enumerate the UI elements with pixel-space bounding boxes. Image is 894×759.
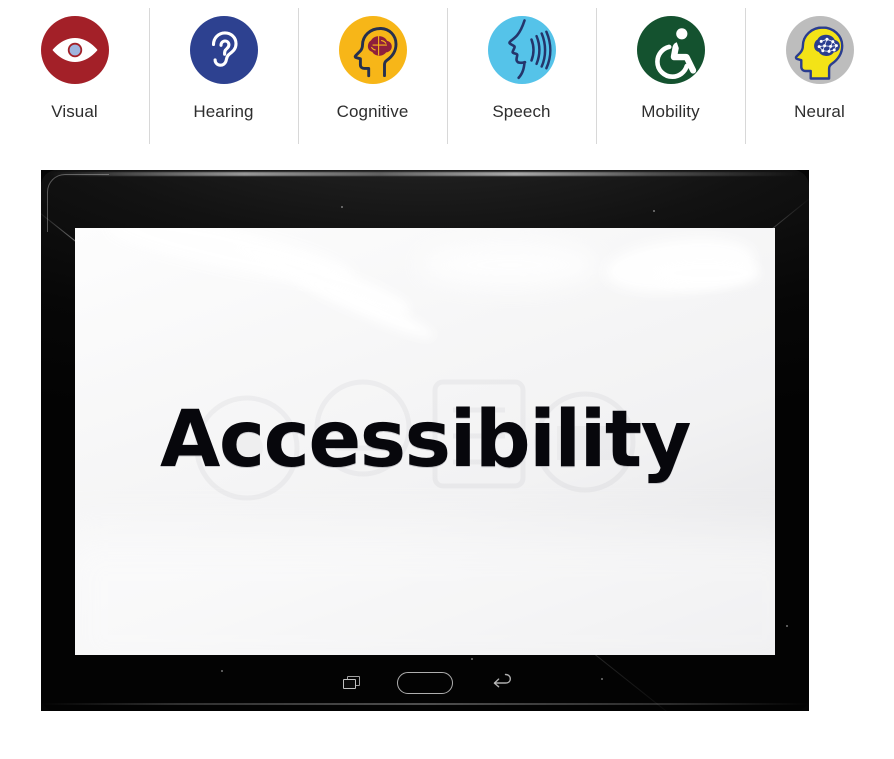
head-brain-icon <box>338 16 407 84</box>
home-button[interactable] <box>397 672 453 694</box>
category-item-visual[interactable]: Visual <box>0 0 149 152</box>
home-icon <box>397 672 453 694</box>
category-label-cognitive: Cognitive <box>336 102 409 121</box>
back-icon <box>493 673 512 688</box>
screen-title: Accessibility <box>159 395 692 485</box>
category-label-speech: Speech <box>492 102 551 121</box>
category-item-hearing[interactable]: Hearing <box>149 0 298 152</box>
ear-icon <box>189 16 258 84</box>
dust-speck <box>786 625 788 627</box>
wheelchair-accessible-icon <box>636 16 705 84</box>
category-item-cognitive[interactable]: Cognitive <box>298 0 447 152</box>
category-label-visual: Visual <box>51 102 98 121</box>
category-item-neural[interactable]: Neural <box>745 0 894 152</box>
bezel-corner-reflection <box>47 174 109 232</box>
recents-button[interactable] <box>343 676 361 690</box>
screen-reflection-right-2 <box>650 258 760 288</box>
screen-reflection-center <box>420 242 600 288</box>
eye-icon <box>40 16 109 84</box>
screen-reflection-bottom <box>75 528 775 655</box>
category-item-mobility[interactable]: Mobility <box>596 0 745 152</box>
tablet-device-photo: Accessibility <box>41 170 809 711</box>
accessibility-category-strip: Visual Hearing Cognitive Speech Mobility… <box>0 0 894 152</box>
bezel-highlight <box>49 172 801 176</box>
category-item-speech[interactable]: Speech <box>447 0 596 152</box>
tablet-screen: Accessibility <box>75 228 775 655</box>
dust-speck <box>653 210 655 212</box>
category-label-mobility: Mobility <box>641 102 700 121</box>
category-label-neural: Neural <box>794 102 845 121</box>
category-label-hearing: Hearing <box>193 102 254 121</box>
speaking-head-waves-icon <box>487 16 556 84</box>
dust-speck <box>341 206 343 208</box>
back-button[interactable] <box>491 673 513 694</box>
head-neural-network-icon <box>785 16 854 84</box>
recents-icon <box>343 676 361 690</box>
nav-bar-edge-highlight <box>41 703 809 705</box>
tablet-navigation-bar <box>41 655 809 711</box>
